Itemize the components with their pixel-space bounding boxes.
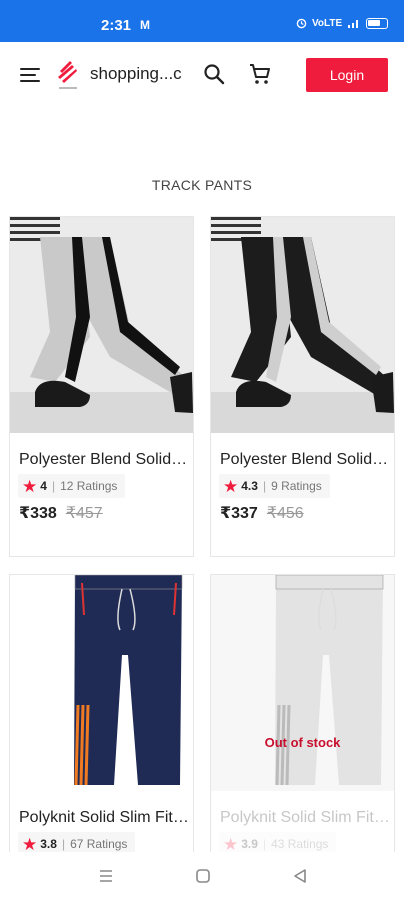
- rating-value: 3.8: [40, 837, 57, 851]
- selling-price: ₹337: [220, 505, 258, 522]
- product-name[interactable]: Polyknit Solid Slim Fit Men White Track …: [220, 809, 392, 827]
- star-icon: ★: [223, 834, 239, 854]
- star-icon: ★: [223, 476, 239, 496]
- alarm-icon: [296, 18, 307, 29]
- original-price: ₹457: [65, 505, 103, 522]
- out-of-stock-label: Out of stock: [264, 735, 341, 750]
- rating-badge: ★ 4.3 | 9 Ratings: [219, 474, 330, 498]
- rating-divider: |: [61, 837, 66, 851]
- ratings-count: 9 Ratings: [271, 479, 322, 493]
- product-image[interactable]: [10, 575, 193, 791]
- notification-icon: M: [140, 18, 150, 32]
- product-name[interactable]: Polyester Blend Solid Men Black Track Pa…: [220, 451, 392, 469]
- product-image[interactable]: [10, 217, 193, 433]
- rating-badge: ★ 4 | 12 Ratings: [18, 474, 126, 498]
- recents-icon[interactable]: [96, 866, 116, 886]
- star-icon: ★: [22, 476, 38, 496]
- status-time: 2:31: [101, 17, 132, 34]
- volte-label: VoLTE: [312, 18, 343, 29]
- product-card[interactable]: Polyknit Solid Slim Fit Men Navy Track P…: [9, 574, 194, 864]
- product-card[interactable]: Out of stock Polyknit Solid Slim Fit Men…: [210, 574, 395, 864]
- site-title[interactable]: shopping...c: [90, 64, 202, 84]
- status-indicators: VoLTE: [296, 18, 389, 29]
- rating-divider: |: [262, 837, 267, 851]
- rating-value: 4.3: [241, 479, 258, 493]
- selling-price: ₹338: [19, 505, 57, 522]
- ratings-count: 12 Ratings: [60, 479, 118, 493]
- app-header: shopping...c Login: [0, 42, 404, 110]
- original-price: ₹456: [266, 505, 304, 522]
- product-name[interactable]: Polyester Blend Solid Men Grey Track Pan…: [19, 451, 191, 469]
- cart-icon[interactable]: [247, 61, 273, 87]
- system-nav-bar: [0, 852, 404, 900]
- category-title: TRACK PANTS: [151, 177, 253, 193]
- price-row: ₹338 ₹457: [19, 503, 103, 523]
- rating-divider: |: [51, 479, 56, 493]
- rating-value: 4: [40, 479, 47, 493]
- product-card[interactable]: Polyester Blend Solid Men Black Track Pa…: [210, 216, 395, 557]
- back-icon[interactable]: [290, 866, 310, 886]
- star-icon: ★: [22, 834, 38, 854]
- brand-logo-icon[interactable]: [54, 57, 82, 93]
- product-image[interactable]: Out of stock: [211, 575, 394, 791]
- home-icon[interactable]: [193, 866, 213, 886]
- rating-value: 3.9: [241, 837, 258, 851]
- product-name[interactable]: Polyknit Solid Slim Fit Men Navy Track P…: [19, 809, 191, 827]
- ratings-count: 67 Ratings: [70, 837, 128, 851]
- search-icon[interactable]: [202, 62, 226, 86]
- login-button[interactable]: Login: [306, 58, 388, 92]
- rating-divider: |: [262, 479, 267, 493]
- price-row: ₹337 ₹456: [220, 503, 304, 523]
- signal-icon: [348, 20, 359, 28]
- battery-icon: [366, 18, 389, 29]
- product-card[interactable]: Polyester Blend Solid Men Grey Track Pan…: [9, 216, 194, 557]
- menu-icon[interactable]: [18, 64, 42, 86]
- ratings-count: 43 Ratings: [271, 837, 329, 851]
- product-image[interactable]: [211, 217, 394, 433]
- status-bar: 2:31 M VoLTE: [0, 0, 404, 42]
